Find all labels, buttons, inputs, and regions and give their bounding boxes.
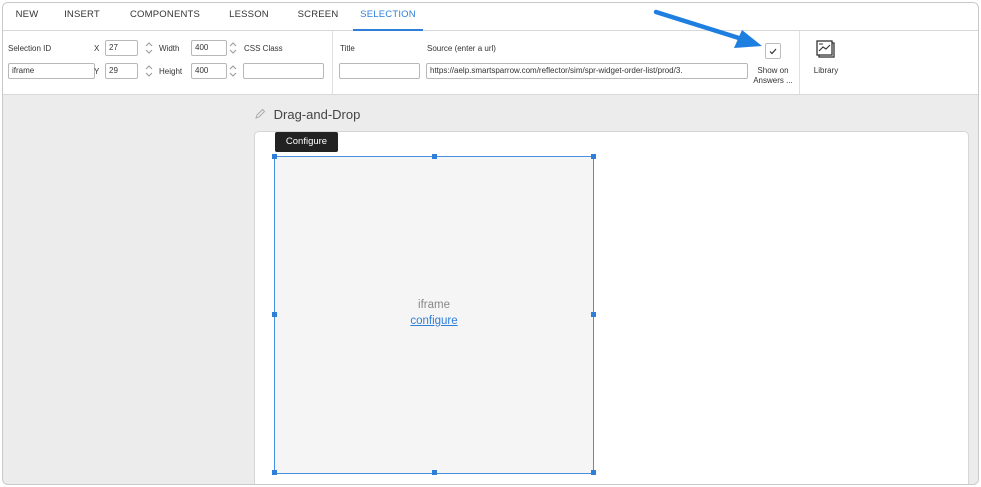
- tab-lesson[interactable]: LESSON: [227, 3, 271, 29]
- title-label: Title: [340, 44, 355, 53]
- library-button[interactable]: [815, 39, 837, 61]
- height-stepper[interactable]: [229, 64, 237, 78]
- resize-handle-left[interactable]: [272, 312, 277, 317]
- screen-title: Drag-and-Drop: [273, 107, 361, 122]
- show-on-answers-label-line2: Answers ...: [753, 76, 793, 85]
- y-input[interactable]: 29: [105, 63, 138, 79]
- tab-new[interactable]: NEW: [11, 3, 43, 29]
- show-on-answers-label-line1: Show on: [757, 66, 789, 75]
- tab-selection[interactable]: SELECTION: [353, 3, 423, 31]
- resize-handle-top-left[interactable]: [272, 154, 277, 159]
- width-input[interactable]: 400: [191, 40, 227, 56]
- y-label: Y: [94, 67, 100, 76]
- css-class-label: CSS Class: [244, 44, 283, 53]
- pencil-icon[interactable]: [254, 108, 270, 123]
- toolbar-divider: [332, 31, 333, 94]
- height-input[interactable]: 400: [191, 63, 227, 79]
- resize-handle-top[interactable]: [432, 154, 437, 159]
- tab-insert[interactable]: INSERT: [61, 3, 103, 29]
- screen-title-row: Drag-and-Drop: [254, 107, 360, 123]
- source-label: Source (enter a url): [427, 44, 496, 53]
- toolbar-divider: [799, 31, 800, 94]
- tab-screen[interactable]: SCREEN: [296, 3, 340, 29]
- resize-handle-bottom-left[interactable]: [272, 470, 277, 475]
- x-label: X: [94, 44, 100, 53]
- app-window: NEW INSERT COMPONENTS LESSON SCREEN SELE…: [2, 2, 979, 485]
- configure-tooltip: Configure: [275, 132, 338, 152]
- tab-components[interactable]: COMPONENTS: [130, 3, 200, 29]
- menu-bar: NEW INSERT COMPONENTS LESSON SCREEN SELE…: [3, 3, 978, 31]
- annotation-arrow-icon: [653, 9, 762, 48]
- resize-handle-top-right[interactable]: [591, 154, 596, 159]
- selection-id-input[interactable]: iframe: [8, 63, 95, 79]
- y-stepper[interactable]: [145, 64, 153, 78]
- resize-handle-bottom-right[interactable]: [591, 470, 596, 475]
- width-label: Width: [159, 44, 180, 53]
- configure-link[interactable]: configure: [275, 315, 593, 327]
- library-label: Library: [813, 66, 839, 75]
- css-class-input[interactable]: [243, 63, 324, 79]
- title-input[interactable]: [339, 63, 420, 79]
- selection-toolbar: Selection ID iframe X 27 Y 29 Width 400 …: [3, 31, 978, 95]
- iframe-label: iframe: [418, 299, 450, 311]
- width-stepper[interactable]: [229, 41, 237, 55]
- x-input[interactable]: 27: [105, 40, 138, 56]
- resize-handle-bottom[interactable]: [432, 470, 437, 475]
- source-url-input[interactable]: https://aelp.smartsparrow.com/reflector/…: [426, 63, 748, 79]
- resize-handle-right[interactable]: [591, 312, 596, 317]
- canvas-area: Drag-and-Drop iframe configure Configure: [3, 95, 978, 484]
- x-stepper[interactable]: [145, 41, 153, 55]
- selection-id-label: Selection ID: [8, 44, 52, 53]
- iframe-component[interactable]: iframe configure: [274, 156, 594, 474]
- height-label: Height: [159, 67, 183, 76]
- library-icon: [816, 40, 835, 58]
